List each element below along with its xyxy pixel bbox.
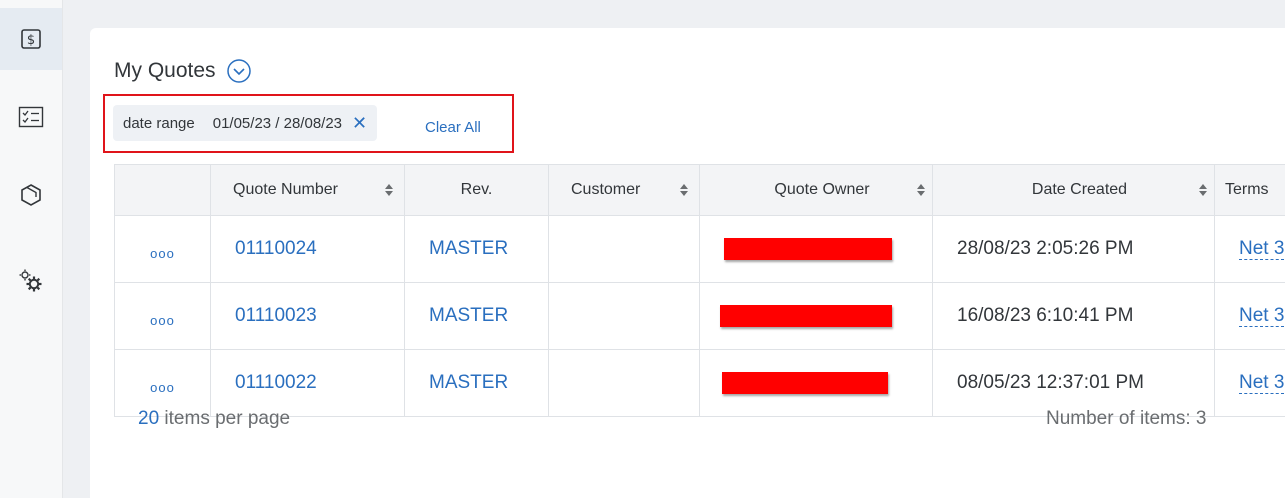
filter-chip-label: date range (123, 114, 195, 132)
side-navigation: $ (0, 0, 63, 498)
items-per-page-control[interactable]: 20 items per page (138, 408, 290, 430)
date-created-cell: 28/08/23 2:05:26 PM (932, 215, 1215, 283)
column-header-label: Customer (571, 181, 641, 198)
date-created-cell: 08/05/23 12:37:01 PM (932, 349, 1215, 417)
product-box-icon (19, 183, 43, 207)
terms-link[interactable]: Net 3 (1239, 372, 1285, 394)
title-row: My Quotes (114, 58, 252, 84)
page-title: My Quotes (114, 59, 216, 82)
quote-number-link[interactable]: 01110022 (210, 349, 405, 417)
quotes-panel: My Quotes date range 01/05/23 / 28/08/23… (90, 28, 1285, 498)
column-header-label: Quote Number (233, 181, 338, 198)
redaction-bar (720, 305, 892, 327)
terms-link[interactable]: Net 3 (1239, 238, 1285, 260)
column-header-quote-number[interactable]: Quote Number (210, 164, 405, 216)
revision-link[interactable]: MASTER (404, 349, 549, 417)
table-header-row: Quote Number Rev. Customer Quote Owner D… (114, 164, 1285, 216)
column-header-actions (114, 164, 211, 216)
column-header-label: Quote Owner (774, 181, 870, 198)
svg-text:$: $ (27, 33, 35, 48)
table-row: ooo 01110022 MASTER 08/05/23 12:37:01 PM… (114, 349, 1285, 417)
terms-cell[interactable]: Net 3 (1214, 282, 1285, 350)
table-row: ooo 01110023 MASTER 16/08/23 6:10:41 PM … (114, 282, 1285, 350)
revision-link[interactable]: MASTER (404, 282, 549, 350)
row-actions-button[interactable]: ooo (114, 282, 211, 350)
items-per-page-label: items per page (159, 408, 291, 429)
chevron-down-circle-icon (226, 59, 251, 83)
sort-icon[interactable] (384, 183, 394, 197)
quote-number-link[interactable]: 01110024 (210, 215, 405, 283)
settings-gears-icon (17, 268, 45, 294)
redaction-bar (724, 238, 892, 260)
column-header-quote-owner[interactable]: Quote Owner (699, 164, 933, 216)
column-header-label: Rev. (460, 181, 493, 198)
customer-cell (548, 215, 700, 283)
number-of-items-label: Number of items: 3 (1046, 408, 1207, 429)
customer-cell (548, 282, 700, 350)
quote-owner-cell (699, 215, 933, 283)
terms-cell[interactable]: Net 3 (1214, 349, 1285, 417)
nav-item-settings[interactable] (0, 250, 62, 312)
nav-item-tasks[interactable] (0, 86, 62, 148)
table-row: ooo 01110024 MASTER 28/08/23 2:05:26 PM … (114, 215, 1285, 283)
items-per-page-count[interactable]: 20 (138, 408, 159, 429)
row-actions-button[interactable]: ooo (114, 349, 211, 417)
nav-item-quotes[interactable]: $ (0, 8, 62, 70)
terms-link[interactable]: Net 3 (1239, 305, 1285, 327)
checklist-icon (18, 106, 44, 128)
customer-cell (548, 349, 700, 417)
nav-item-products[interactable] (0, 164, 62, 226)
quotes-table: Quote Number Rev. Customer Quote Owner D… (114, 164, 1285, 417)
dollar-icon: $ (20, 28, 42, 50)
sort-icon[interactable] (916, 183, 926, 197)
quote-owner-cell (699, 349, 933, 417)
column-header-rev[interactable]: Rev. (404, 164, 549, 216)
column-header-label: Terms (1225, 181, 1269, 198)
quote-number-link[interactable]: 01110023 (210, 282, 405, 350)
terms-cell[interactable]: Net 3 (1214, 215, 1285, 283)
revision-link[interactable]: MASTER (404, 215, 549, 283)
sort-icon[interactable] (1198, 183, 1208, 197)
column-header-customer[interactable]: Customer (548, 164, 700, 216)
filter-chip-value: 01/05/23 / 28/08/23 (212, 114, 343, 132)
date-created-cell: 16/08/23 6:10:41 PM (932, 282, 1215, 350)
filter-chip-date-range[interactable]: date range 01/05/23 / 28/08/23 ✕ (113, 105, 378, 141)
redaction-bar (722, 372, 888, 394)
column-header-date-created[interactable]: Date Created (932, 164, 1215, 216)
row-actions-button[interactable]: ooo (114, 215, 211, 283)
clear-all-link[interactable]: Clear All (425, 119, 481, 136)
quote-owner-cell (699, 282, 933, 350)
column-header-terms[interactable]: Terms (1214, 164, 1285, 216)
view-selector-button[interactable] (226, 58, 252, 84)
sort-icon[interactable] (679, 183, 689, 197)
column-header-label: Date Created (1031, 181, 1128, 198)
remove-filter-icon[interactable]: ✕ (352, 114, 367, 132)
